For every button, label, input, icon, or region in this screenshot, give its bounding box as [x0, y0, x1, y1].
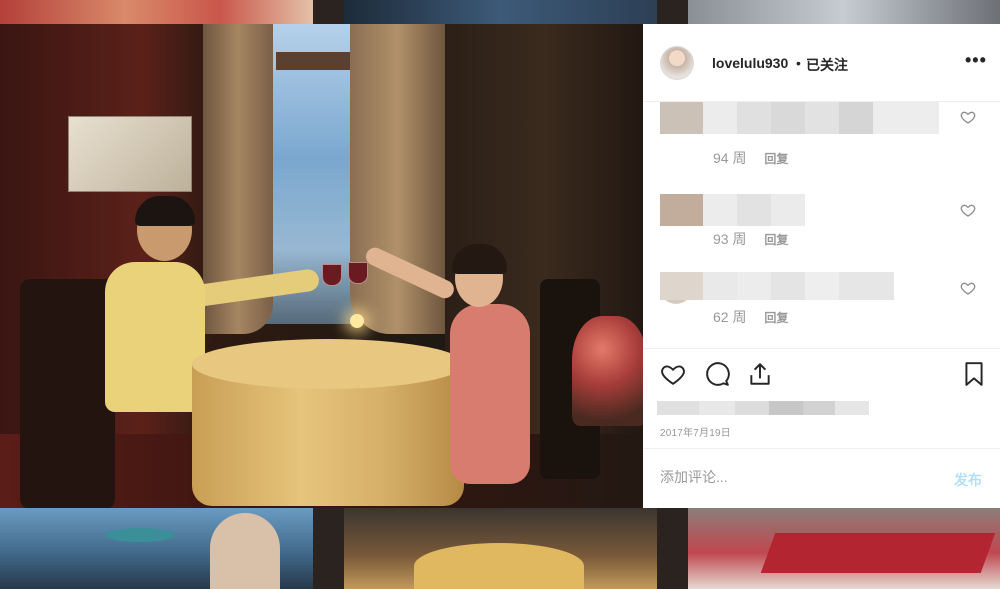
comment-like-heart-icon[interactable]	[960, 202, 976, 218]
photo-candle	[350, 314, 364, 328]
photo-flower-bouquet	[572, 316, 643, 426]
thumbnail-child-shape	[210, 513, 280, 589]
post-detail-panel: lovelulu930 • 已关注 ••• 94 周 回复 93 周 回复 62…	[643, 24, 1000, 508]
comment-meta: 62 周 回复	[713, 307, 788, 327]
photo-wine-glass	[322, 264, 342, 286]
photo-table-top	[192, 339, 464, 389]
grid-thumbnail-top-left[interactable]	[0, 0, 313, 24]
grid-thumbnail-bottom-right[interactable]	[688, 508, 1000, 589]
comment-item: 93 周 回复	[643, 192, 1000, 262]
grid-thumbnail-bottom-left[interactable]	[0, 508, 313, 589]
comment-text-blurred	[660, 194, 805, 226]
comment-text-blurred	[660, 102, 939, 134]
comment-item: 62 周 回复	[643, 270, 1000, 340]
thumbnail-stage-shape	[760, 533, 996, 573]
post-header: lovelulu930 • 已关注 •••	[643, 24, 1000, 102]
post-date: 2017年7月19日	[660, 428, 731, 439]
grid-thumbnail-top-right[interactable]	[688, 0, 1000, 24]
heart-icon[interactable]	[660, 361, 686, 387]
photo-man-hair	[135, 196, 195, 226]
photo-wall-plaque	[68, 116, 192, 192]
likes-count-blurred	[657, 401, 869, 415]
photo-chair-left	[20, 279, 115, 508]
comment-like-heart-icon[interactable]	[960, 280, 976, 296]
grid-thumbnail-bottom-center[interactable]	[344, 508, 657, 589]
photo-woman-body	[450, 304, 530, 484]
comment-text-blurred	[660, 272, 894, 300]
grid-thumbnail-top-center[interactable]	[344, 0, 657, 24]
comment-input[interactable]	[660, 469, 930, 485]
comment-item: 94 周 回复	[643, 102, 1000, 174]
comment-reply-button[interactable]: 回复	[764, 233, 788, 247]
post-comment-button[interactable]: 发布	[954, 470, 982, 490]
more-icon[interactable]: •••	[965, 50, 987, 71]
comment-meta: 93 周 回复	[713, 229, 788, 249]
post-photo[interactable]	[0, 24, 643, 508]
comment-time: 93 周	[713, 231, 747, 247]
bookmark-icon[interactable]	[961, 361, 987, 387]
avatar[interactable]	[660, 46, 694, 80]
comment-time: 94 周	[713, 150, 747, 166]
username-link[interactable]: lovelulu930	[712, 55, 788, 71]
add-comment-bar: 发布	[643, 448, 1000, 509]
thumbnail-table-shape	[105, 528, 175, 542]
comment-icon[interactable]	[704, 361, 730, 387]
follow-status-button[interactable]: 已关注	[806, 55, 848, 75]
thumbnail-dining-table-shape	[414, 543, 584, 589]
comment-meta: 94 周 回复	[713, 148, 788, 168]
comment-like-heart-icon[interactable]	[960, 109, 976, 125]
share-icon[interactable]	[747, 361, 773, 387]
comment-reply-button[interactable]: 回复	[764, 311, 788, 325]
header-separator: •	[796, 55, 801, 71]
comments-list[interactable]: 94 周 回复 93 周 回复 62 周 回复	[643, 102, 1000, 348]
comment-time: 62 周	[713, 309, 747, 325]
photo-wine-glass	[348, 262, 368, 284]
photo-window-frame	[276, 52, 354, 70]
photo-man-body	[105, 262, 205, 412]
comment-reply-button[interactable]: 回复	[764, 152, 788, 166]
